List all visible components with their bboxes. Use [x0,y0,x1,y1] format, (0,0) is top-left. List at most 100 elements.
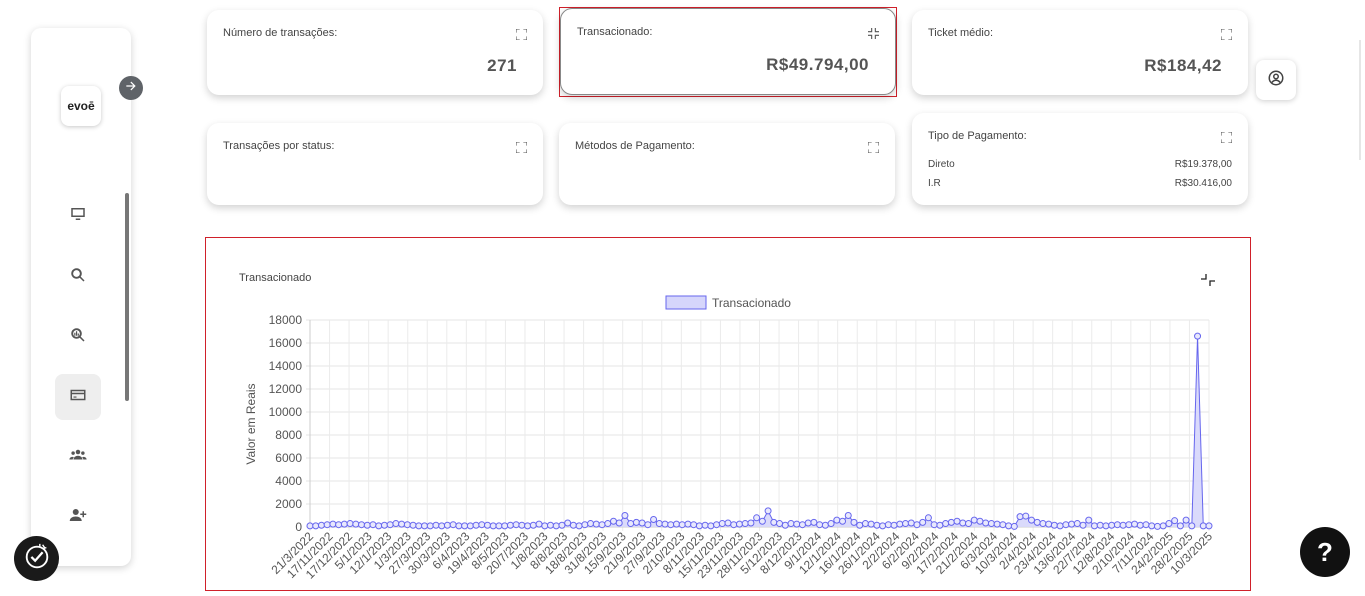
data-point [403,521,411,529]
sidebar-item-dashboard[interactable] [55,193,101,239]
sidebar-item-transactions[interactable] [55,374,101,420]
data-point [1085,516,1093,524]
data-point [461,522,469,530]
transacted-card: Transacionado: R$49.794,00 [560,8,896,95]
data-point [306,522,314,530]
data-point [1205,522,1213,530]
data-point [1113,521,1121,529]
y-tick-label: 18000 [269,313,303,327]
logo[interactable]: evoē [61,86,101,126]
data-point [632,518,640,526]
sidebar-item-groups[interactable] [55,434,101,480]
data-point [907,519,915,527]
card-title: Tipo de Pagamento: [928,130,1027,142]
data-point [564,519,572,527]
data-point [695,522,703,530]
exit-fullscreen-icon[interactable] [868,26,879,39]
data-point [1005,522,1013,530]
data-point [959,519,967,527]
data-point [1027,516,1035,524]
data-point [758,517,766,525]
data-point [970,516,978,524]
data-point [839,517,847,525]
data-point [615,519,623,527]
data-point [953,517,961,525]
data-point [1194,332,1202,340]
add-user-icon [69,506,87,529]
data-point [489,522,497,530]
data-point [432,521,440,529]
data-point [449,521,457,529]
data-point [999,521,1007,529]
credit-card-icon [69,386,87,409]
y-tick-label: 12000 [269,382,303,396]
data-point [484,521,492,529]
data-point [1182,516,1190,524]
data-point [879,522,887,530]
data-point [804,519,812,527]
fullscreen-icon[interactable] [1220,27,1233,41]
data-point [495,522,503,530]
data-point [730,521,738,529]
data-point [1125,521,1133,529]
sidebar-item-analytics[interactable] [55,314,101,360]
data-point [1050,521,1058,529]
data-point [386,521,394,529]
data-point [1119,521,1127,529]
sidebar-scrollbar[interactable] [125,193,129,401]
data-point [1199,522,1207,530]
payment-type-value: R$30.416,00 [1174,178,1232,189]
card-title: Ticket médio: [928,27,994,39]
data-point [1176,522,1184,530]
fullscreen-icon[interactable] [867,140,880,154]
data-point [1068,520,1076,528]
expand-sidebar-button[interactable] [119,76,143,100]
data-point [844,512,852,519]
fullscreen-icon[interactable] [515,27,528,41]
data-point [621,512,629,519]
data-point [535,520,543,528]
data-point [392,520,400,528]
data-point [1096,521,1104,529]
data-point [1153,522,1161,530]
fullscreen-icon[interactable] [515,140,528,154]
data-point [764,507,772,515]
data-point [501,522,509,530]
user-profile-button[interactable] [1256,60,1296,100]
data-point [1171,517,1179,525]
data-point [438,522,446,530]
analytics-search-icon [69,326,87,349]
data-point [541,522,549,530]
data-point [787,520,795,528]
data-point [592,520,600,528]
y-tick-label: 6000 [275,451,302,465]
data-point [638,519,646,527]
status-card: Transações por status: [207,123,543,205]
data-point [569,521,577,529]
data-point [884,521,892,529]
payment-type-card: Tipo de Pagamento: Direto R$19.378,00 I.… [912,113,1248,205]
user-circle-icon [1267,69,1285,92]
sidebar-item-search[interactable] [55,254,101,300]
data-point [936,521,944,529]
payment-methods-card: Métodos de Pagamento: [559,123,895,205]
help-button[interactable]: ? [1300,527,1350,577]
data-point [1010,522,1018,530]
data-point [718,520,726,528]
data-point [747,519,755,527]
data-point [890,521,898,529]
data-point [770,518,778,526]
data-point [1142,521,1150,529]
fullscreen-icon[interactable] [1220,130,1233,144]
sidebar-item-add-user[interactable] [55,494,101,540]
arrow-right-icon [124,79,138,98]
data-point [1056,522,1064,530]
data-point [340,520,348,528]
data-point [776,520,784,528]
data-point [312,522,320,530]
data-point [506,521,514,529]
card-value: 271 [487,56,517,75]
data-point [369,521,377,529]
page-scrollbar[interactable] [1359,40,1361,160]
cookie-consent-button[interactable] [14,536,59,581]
